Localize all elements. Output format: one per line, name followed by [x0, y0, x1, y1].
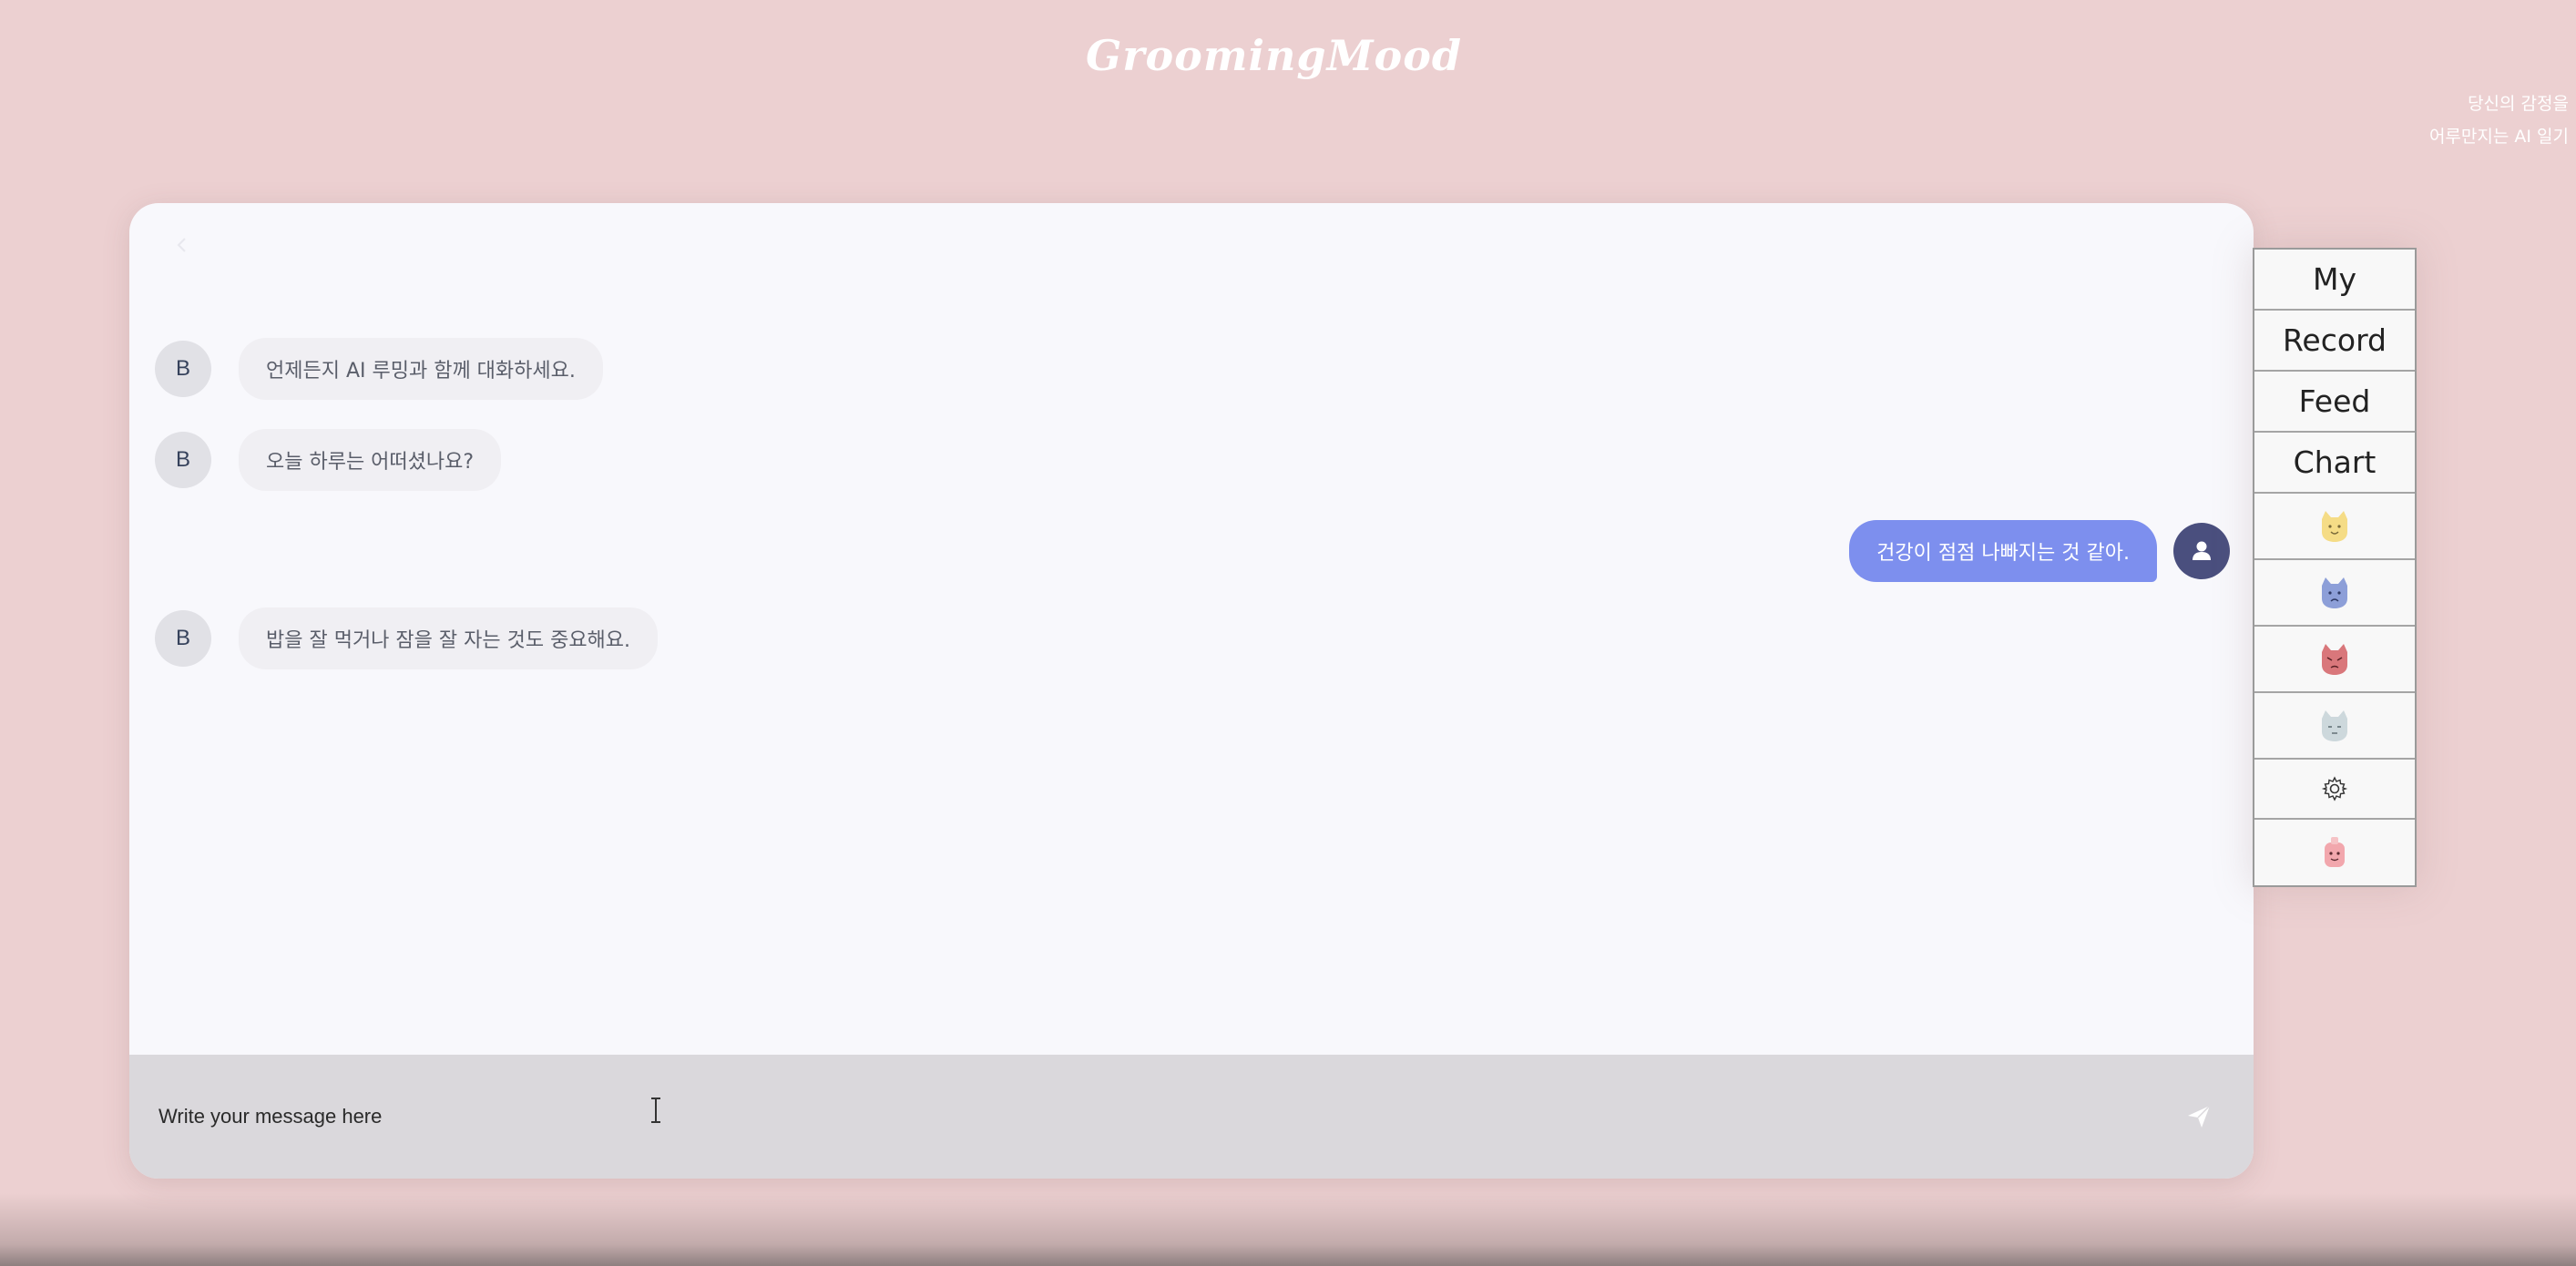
menu-item-settings[interactable]	[2254, 760, 2415, 820]
menu-item-my[interactable]: My	[2254, 250, 2415, 311]
bot-message: B 오늘 하루는 어떠셨나요?	[155, 429, 502, 491]
bot-message-bubble: 오늘 하루는 어떠셨나요?	[239, 429, 502, 491]
user-avatar-icon[interactable]	[2173, 523, 2230, 579]
gear-icon	[2321, 776, 2348, 801]
menu-item-record[interactable]: Record	[2254, 311, 2415, 372]
bot-avatar: B	[155, 432, 211, 488]
back-arrow-icon[interactable]	[166, 229, 199, 261]
bot-message: B 밥을 잘 먹거나 잠을 잘 자는 것도 중요해요.	[155, 607, 659, 669]
chat-panel: B 언제든지 AI 루밍과 함께 대화하세요. B 오늘 하루는 어떠셨나요? …	[129, 203, 2254, 1179]
menu-item-chart[interactable]: Chart	[2254, 433, 2415, 494]
user-message: 건강이 점점 나빠지는 것 같아.	[1849, 520, 2230, 582]
menu-item-calm-mood[interactable]	[2254, 693, 2415, 760]
bot-message-bubble: 언제든지 AI 루밍과 함께 대화하세요.	[239, 338, 603, 400]
app-logo[interactable]: GroomingMood	[0, 31, 2548, 80]
bot-message: B 언제든지 AI 루밍과 함께 대화하세요.	[155, 338, 603, 400]
tagline-line-2: 어루만지는 AI 일기	[2428, 127, 2569, 147]
gray-cat-face-icon	[2322, 710, 2347, 741]
blue-cat-face-icon	[2322, 577, 2347, 608]
message-input-bar	[129, 1055, 2254, 1179]
side-menu: My Record Feed Chart	[2253, 248, 2417, 887]
user-message-bubble: 건강이 점점 나빠지는 것 같아.	[1849, 520, 2157, 582]
bot-message-bubble: 밥을 잘 먹거나 잠을 잘 자는 것도 중요해요.	[239, 607, 659, 669]
bot-avatar: B	[155, 610, 211, 667]
yellow-cat-face-icon	[2322, 510, 2347, 542]
send-button[interactable]	[2181, 1098, 2217, 1135]
menu-item-happy-mood[interactable]	[2254, 494, 2415, 560]
message-input[interactable]	[157, 1093, 1800, 1140]
menu-item-angry-mood[interactable]	[2254, 627, 2415, 693]
tagline-line-1: 당신의 감정을	[2468, 94, 2569, 114]
red-cat-face-icon	[2322, 643, 2347, 675]
menu-item-profile-character[interactable]	[2254, 820, 2415, 885]
pink-character-icon	[2325, 837, 2345, 867]
app-tagline: 당신의 감정을 어루만지는 AI 일기	[2429, 87, 2569, 153]
bot-avatar: B	[155, 341, 211, 397]
text-cursor-icon	[649, 1097, 663, 1124]
bottom-shade	[0, 1193, 2576, 1266]
send-icon	[2188, 1105, 2211, 1128]
menu-item-sad-mood[interactable]	[2254, 560, 2415, 627]
menu-item-feed[interactable]: Feed	[2254, 372, 2415, 433]
